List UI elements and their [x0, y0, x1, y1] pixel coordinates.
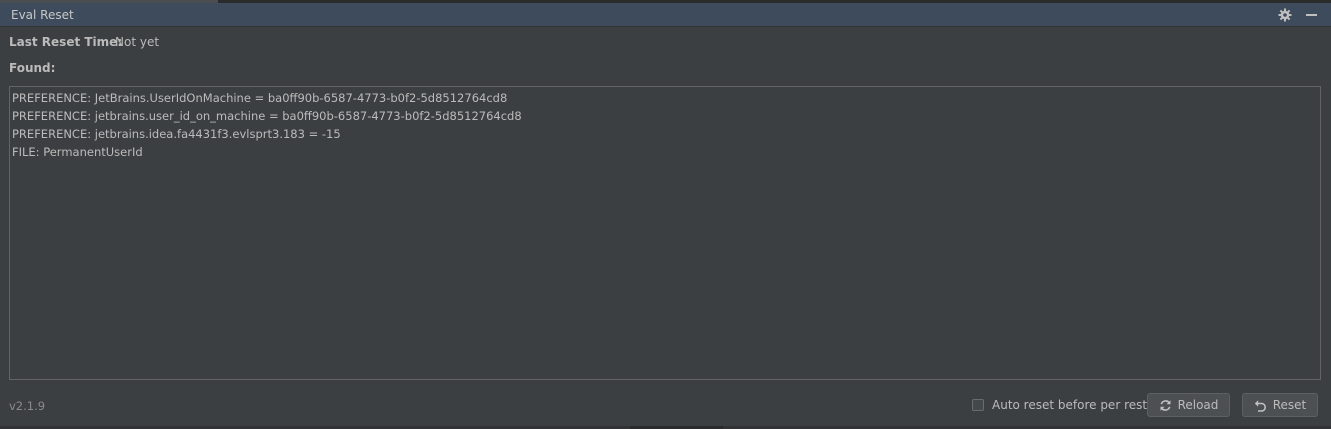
reset-button-label: Reset [1272, 398, 1307, 412]
reload-button[interactable]: Reload [1147, 393, 1230, 417]
reload-icon [1159, 399, 1172, 412]
reset-button[interactable]: Reset [1242, 393, 1318, 417]
found-item: PREFERENCE: JetBrains.UserIdOnMachine = … [12, 91, 508, 105]
auto-reset-checkbox[interactable] [972, 399, 984, 411]
last-reset-time-value: Not yet [115, 35, 160, 49]
reload-button-label: Reload [1177, 398, 1219, 412]
found-item: PREFERENCE: jetbrains.user_id_on_machine… [12, 109, 522, 123]
auto-reset-label: Auto reset before per restart [992, 398, 1165, 412]
version-label: v2.1.9 [9, 399, 46, 413]
found-item: PREFERENCE: jetbrains.idea.fa4431f3.evls… [12, 127, 341, 141]
minimize-icon[interactable] [1302, 6, 1320, 24]
undo-icon [1254, 399, 1267, 412]
last-reset-time-label: Last Reset Time: [9, 35, 123, 49]
found-label: Found: [9, 61, 56, 75]
found-text-area[interactable]: PREFERENCE: JetBrains.UserIdOnMachine = … [9, 86, 1321, 380]
auto-reset-checkbox-row[interactable]: Auto reset before per restart [972, 398, 1164, 412]
tool-window-header: Eval Reset [0, 3, 1331, 27]
found-item: FILE: PermanentUserId [12, 145, 143, 159]
gear-icon[interactable] [1276, 6, 1294, 24]
window-title: Eval Reset [11, 8, 74, 22]
